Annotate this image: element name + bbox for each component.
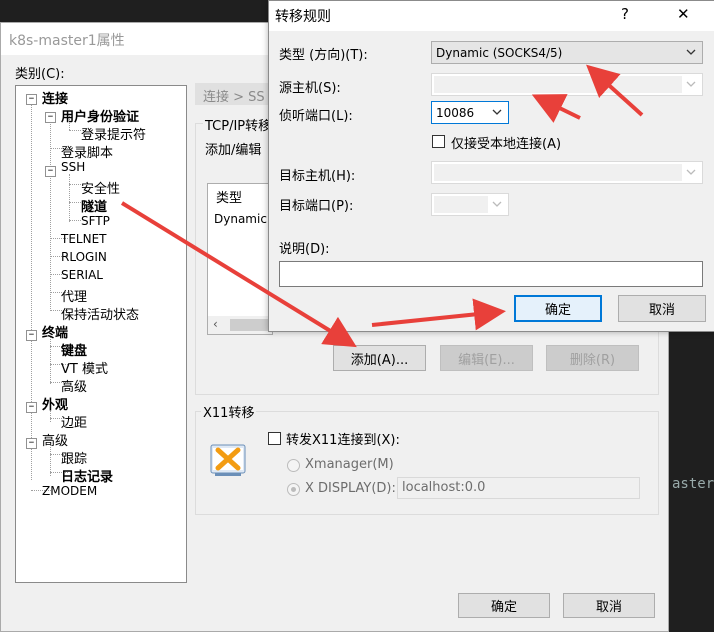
annotation-arrows xyxy=(120,64,644,348)
arrow-to-ok-button xyxy=(371,298,506,331)
arrow-to-type-select xyxy=(586,64,644,117)
arrow-to-listen-port xyxy=(531,94,581,123)
arrow-to-add-button xyxy=(120,201,357,348)
